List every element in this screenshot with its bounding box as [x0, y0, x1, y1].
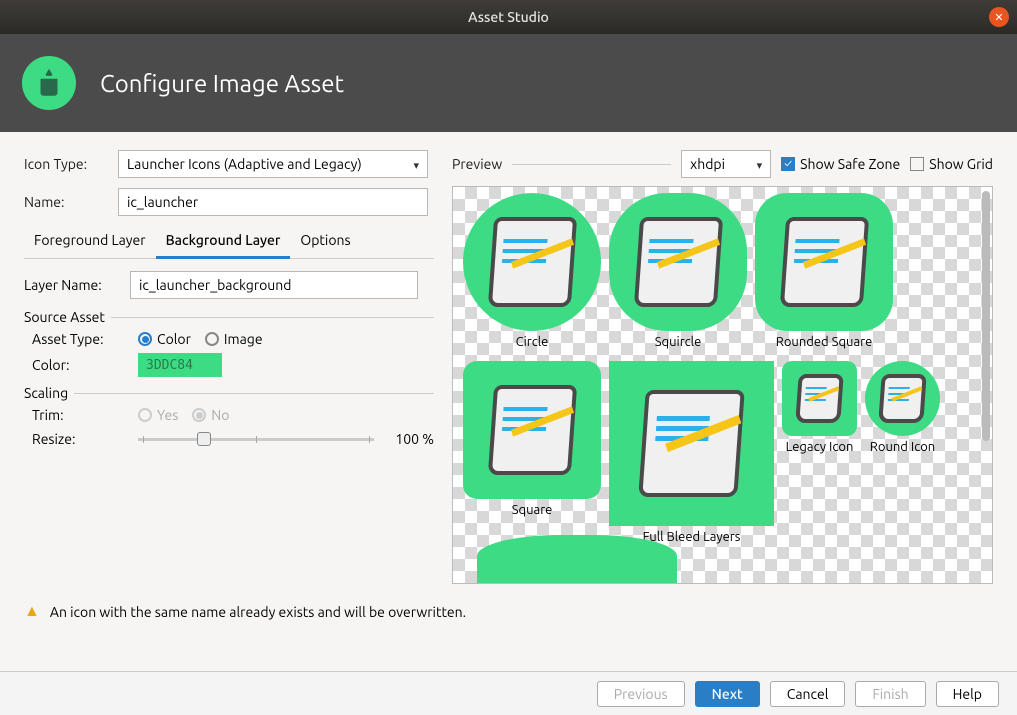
- radio-dot-icon: [138, 332, 152, 346]
- layer-name-input[interactable]: [130, 271, 418, 299]
- icon-type-select[interactable]: Launcher Icons (Adaptive and Legacy): [118, 150, 428, 178]
- warning-icon: ▲: [24, 602, 40, 621]
- color-swatch[interactable]: 3DDC84: [138, 353, 222, 377]
- resize-slider[interactable]: [138, 429, 374, 449]
- checkbox-icon: [910, 157, 924, 171]
- preview-item-full-bleed: Full Bleed Layers: [609, 361, 774, 544]
- preview-item-circle: Circle: [463, 193, 601, 349]
- asset-type-label: Asset Type:: [32, 331, 138, 347]
- next-button[interactable]: Next: [695, 681, 760, 707]
- android-icon: [22, 56, 76, 110]
- trim-label: Trim:: [32, 407, 138, 423]
- name-input[interactable]: [118, 188, 428, 216]
- chevron-down-icon: [757, 156, 763, 172]
- radio-dot-icon: [138, 408, 152, 422]
- preview-label: Preview: [452, 156, 502, 172]
- layer-name-label: Layer Name:: [24, 277, 130, 293]
- check-icon: ✓: [781, 157, 795, 171]
- radio-image[interactable]: Image: [205, 331, 263, 347]
- tab-options[interactable]: Options: [290, 226, 360, 258]
- checkbox-show-grid[interactable]: Show Grid: [910, 156, 993, 172]
- help-button[interactable]: Help: [936, 681, 999, 707]
- preview-item-square: Square: [463, 361, 601, 544]
- radio-trim-no: No: [192, 407, 229, 423]
- name-label: Name:: [24, 194, 118, 210]
- preview-item-rounded-square: Rounded Square: [755, 193, 893, 349]
- cancel-button[interactable]: Cancel: [770, 681, 846, 707]
- density-select[interactable]: xhdpi: [681, 150, 771, 178]
- warning-row: ▲ An icon with the same name already exi…: [0, 594, 1017, 621]
- radio-trim-yes: Yes: [138, 407, 178, 423]
- icon-type-label: Icon Type:: [24, 156, 118, 172]
- color-label: Color:: [32, 357, 138, 373]
- preview-item-round-icon: Round Icon: [865, 361, 940, 544]
- source-asset-heading: Source Asset: [24, 309, 434, 325]
- radio-dot-icon: [192, 408, 206, 422]
- tab-foreground-layer[interactable]: Foreground Layer: [24, 226, 156, 258]
- scaling-heading: Scaling: [24, 385, 434, 401]
- tabs: Foreground Layer Background Layer Option…: [24, 226, 434, 259]
- icon-type-value: Launcher Icons (Adaptive and Legacy): [127, 156, 362, 172]
- resize-label: Resize:: [32, 431, 138, 447]
- checkbox-safe-zone[interactable]: ✓ Show Safe Zone: [781, 156, 900, 172]
- footer: Previous Next Cancel Finish Help: [0, 671, 1017, 715]
- titlebar: Asset Studio ✕: [0, 0, 1017, 34]
- window-title: Asset Studio: [468, 9, 549, 25]
- resize-value: 100 %: [374, 431, 434, 447]
- preview-item-squircle: Squircle: [609, 193, 747, 349]
- preview-item-legacy-icon: Legacy Icon: [782, 361, 857, 544]
- chevron-down-icon: [413, 156, 419, 172]
- page-title: Configure Image Asset: [100, 70, 344, 97]
- previous-button: Previous: [597, 681, 685, 707]
- scrollbar[interactable]: [982, 191, 990, 441]
- header: Configure Image Asset: [0, 34, 1017, 132]
- radio-dot-icon: [205, 332, 219, 346]
- warning-text: An icon with the same name already exist…: [50, 604, 466, 620]
- preview-pane: Circle Squircle Rounded Square Square Fu…: [452, 186, 993, 584]
- radio-color[interactable]: Color: [138, 331, 191, 347]
- close-icon[interactable]: ✕: [989, 7, 1009, 27]
- finish-button: Finish: [855, 681, 925, 707]
- tab-background-layer[interactable]: Background Layer: [156, 226, 291, 259]
